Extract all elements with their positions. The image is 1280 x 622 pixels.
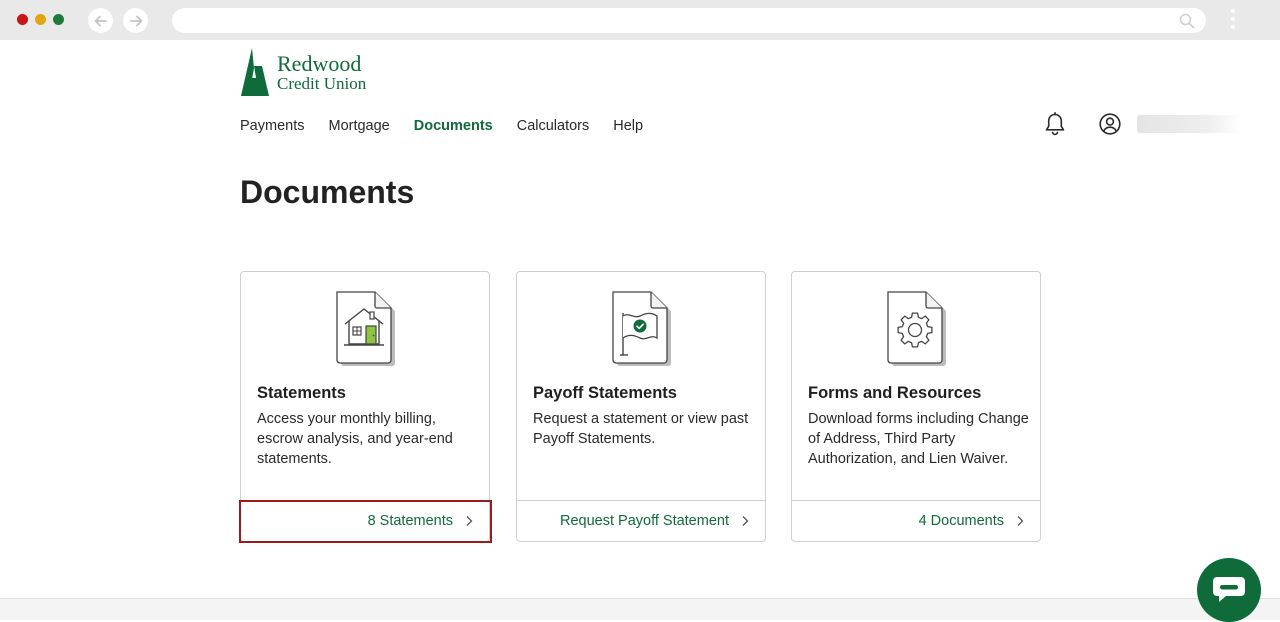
- card-description: Request a statement or view past Payoff …: [533, 411, 749, 447]
- address-bar[interactable]: [172, 8, 1206, 33]
- card-description: Download forms including Change of Addre…: [808, 411, 1029, 467]
- flag-check-document-icon: [612, 291, 671, 366]
- chevron-right-icon: [742, 516, 749, 526]
- payoff-statements-card: Payoff Statements Request a statement or…: [516, 271, 766, 542]
- brand-logo[interactable]: Redwood Credit Union: [240, 48, 366, 98]
- nav-item-mortgage[interactable]: Mortgage: [328, 118, 389, 134]
- nav-item-documents[interactable]: Documents: [414, 118, 493, 134]
- chat-button[interactable]: [1197, 558, 1261, 622]
- card-description: Access your monthly billing, escrow anal…: [257, 411, 453, 467]
- payoff-link-row[interactable]: Request Payoff Statement: [517, 500, 765, 541]
- minimize-window-dot[interactable]: [35, 14, 46, 25]
- card-title: Statements: [257, 384, 346, 402]
- forward-button[interactable]: [123, 8, 148, 33]
- search-icon: [1179, 13, 1195, 29]
- brand-name-line1: Redwood: [277, 51, 362, 76]
- page-title: Documents: [240, 174, 415, 210]
- chevron-right-icon: [1017, 516, 1024, 526]
- forms-resources-card: Forms and Resources Download forms inclu…: [791, 271, 1041, 542]
- card-title: Forms and Resources: [808, 384, 982, 402]
- brand-name-line2: Credit Union: [277, 74, 367, 93]
- maximize-window-dot[interactable]: [53, 14, 64, 25]
- forms-link-row[interactable]: 4 Documents: [792, 500, 1040, 541]
- page-footer-band: [0, 598, 1280, 620]
- primary-nav: Payments Mortgage Documents Calculators …: [240, 118, 667, 134]
- house-document-icon: [336, 291, 395, 366]
- bell-icon[interactable]: [1044, 112, 1066, 136]
- browser-menu-icon[interactable]: [1230, 9, 1236, 33]
- chat-bubble-icon: [1213, 577, 1245, 602]
- nav-item-calculators[interactable]: Calculators: [517, 118, 590, 134]
- nav-item-help[interactable]: Help: [613, 118, 643, 134]
- highlight-box: [239, 500, 492, 543]
- arrow-right-icon: [129, 15, 142, 26]
- request-payoff-link[interactable]: Request Payoff Statement: [560, 513, 729, 529]
- user-circle-icon[interactable]: [1099, 113, 1121, 135]
- account-name-redacted[interactable]: [1137, 115, 1241, 133]
- nav-item-payments[interactable]: Payments: [240, 118, 304, 134]
- documents-count-link[interactable]: 4 Documents: [919, 513, 1004, 529]
- arrow-left-icon: [94, 15, 107, 26]
- browser-chrome: [0, 0, 1280, 40]
- back-button[interactable]: [88, 8, 113, 33]
- gear-document-icon: [887, 291, 946, 366]
- tree-logo-icon: [241, 48, 269, 96]
- close-window-dot[interactable]: [17, 14, 28, 25]
- card-title: Payoff Statements: [533, 384, 677, 402]
